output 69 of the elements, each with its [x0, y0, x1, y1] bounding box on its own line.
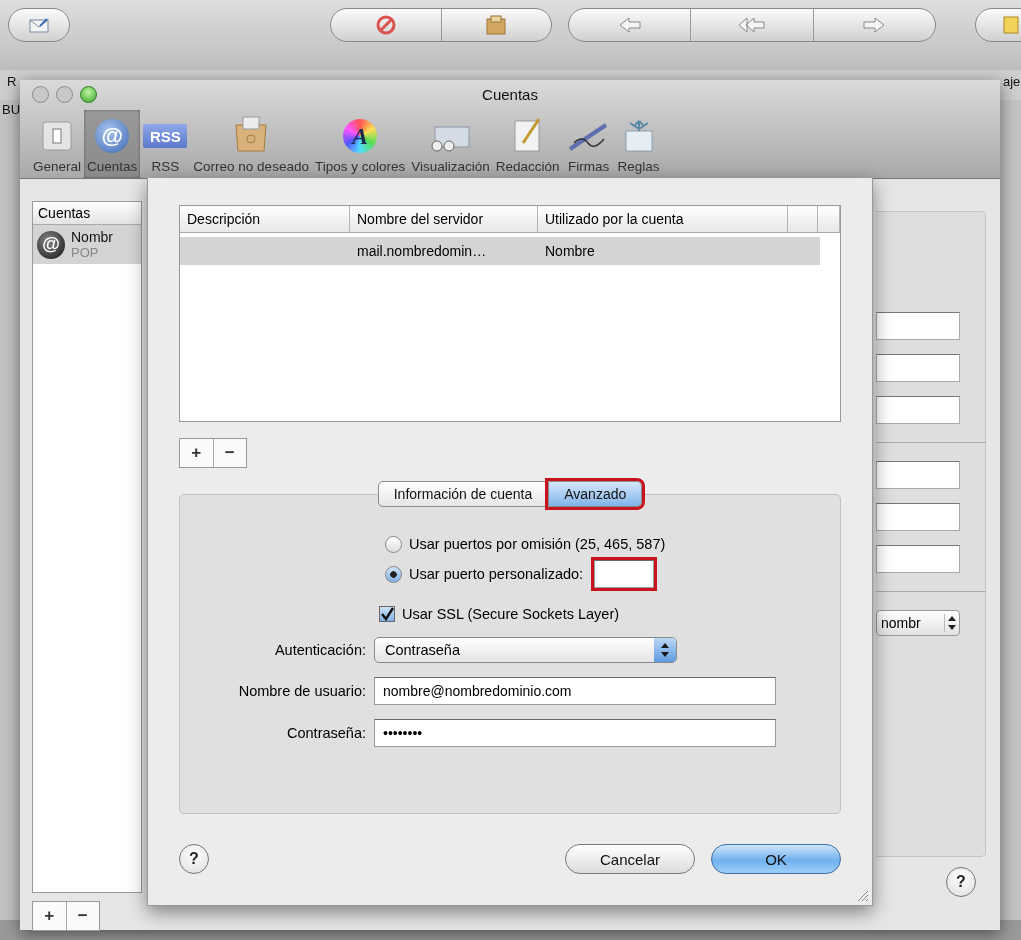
cancel-button[interactable]: Cancelar — [565, 844, 695, 874]
field-label: Nombre de usuario: — [237, 683, 366, 699]
toolbar-tab[interactable]: Redacción — [492, 110, 563, 178]
toolbar-tab[interactable]: Visualización — [408, 110, 493, 178]
checkbox-label: Usar SSL (Secure Sockets Layer) — [402, 606, 620, 622]
column-header[interactable]: Utilizado por la cuenta — [538, 206, 788, 232]
field-label: Contraseña: — [286, 725, 366, 741]
help-button[interactable]: ? — [179, 844, 209, 874]
radio-button[interactable] — [385, 535, 402, 553]
radio-button[interactable] — [385, 565, 402, 583]
toolbar-tab[interactable]: RSS RSS — [140, 110, 191, 178]
window-title: Cuentas — [482, 85, 538, 103]
reply-all-arrow-icon — [737, 15, 767, 35]
toolbar-label: R — [7, 74, 17, 89]
help-button[interactable]: ? — [946, 867, 976, 897]
text-field[interactable] — [876, 545, 960, 573]
radio-label: Usar puerto personalizado: — [409, 566, 584, 582]
column-header: BU — [2, 102, 21, 117]
text-field[interactable] — [876, 312, 960, 340]
remove-button[interactable]: − — [212, 439, 246, 467]
text-field[interactable]: •••••••• — [374, 719, 776, 747]
toolbar-tab[interactable]: Correo no deseado — [190, 110, 312, 178]
column-header[interactable]: Descripción — [180, 206, 350, 232]
text-field[interactable] — [876, 503, 960, 531]
toolbar-button-group[interactable] — [568, 8, 936, 42]
envelope-icon — [28, 16, 50, 34]
toolbar-tab[interactable]: General — [30, 110, 85, 178]
add-button[interactable]: + — [33, 902, 66, 930]
radio-label: Usar puertos por omisión (25, 465, 587) — [409, 536, 666, 552]
column-header[interactable]: Nombre del servidor — [350, 206, 538, 232]
ok-button[interactable]: OK — [711, 844, 841, 874]
checkmark-icon — [380, 607, 394, 621]
checkbox[interactable] — [379, 606, 395, 622]
list-header: Cuentas — [33, 202, 141, 225]
toolbar-tab[interactable]: Firmas — [562, 110, 615, 178]
updown-arrows-icon — [660, 642, 670, 658]
toolbar-button-group[interactable] — [330, 8, 552, 42]
remove-button[interactable]: − — [65, 902, 99, 930]
rss-icon: RSS — [143, 124, 188, 148]
text-field[interactable]: nombre@nombredominio.com — [374, 677, 776, 705]
toolbar-label: aje — [1003, 74, 1021, 89]
zoom-button[interactable] — [80, 86, 97, 103]
authentication-popup[interactable]: Contraseña — [374, 637, 677, 663]
table-row[interactable]: mail.nombredomin… Nombre — [180, 237, 820, 265]
color-wheel-icon: A — [343, 119, 378, 153]
toolbar-tab[interactable]: @ Cuentas — [84, 110, 141, 178]
switch-icon — [40, 119, 74, 153]
table-cell-text: Nombre — [544, 242, 596, 261]
account-type: POP — [71, 245, 100, 260]
resize-grip-icon — [855, 888, 869, 902]
updown-arrows-icon — [944, 614, 959, 632]
account-name: Nombr — [71, 229, 113, 245]
stop-icon — [374, 14, 397, 36]
text-field[interactable] — [876, 396, 960, 424]
note-icon — [1001, 15, 1021, 35]
tab[interactable]: Avanzado — [548, 481, 643, 507]
account-popup[interactable]: nombr — [876, 610, 960, 636]
package-icon — [484, 14, 509, 36]
table-cell-text: mail.nombredomin… — [356, 242, 488, 261]
port-field[interactable] — [594, 560, 655, 588]
text-field[interactable] — [876, 354, 960, 382]
text-field[interactable] — [876, 461, 960, 489]
at-sign-icon: @ — [37, 230, 65, 259]
toolbar-tab[interactable]: Reglas — [614, 110, 663, 178]
field-label: Autenticación: — [273, 642, 366, 658]
toolbar-button-group[interactable] — [8, 8, 70, 42]
at-sign-icon: @ — [95, 119, 130, 153]
add-button[interactable]: + — [180, 439, 213, 467]
toolbar-tab[interactable]: A Tipos y colores — [311, 110, 409, 178]
